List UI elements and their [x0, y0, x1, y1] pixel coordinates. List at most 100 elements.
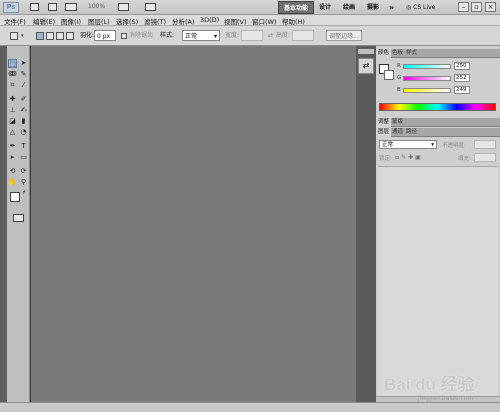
zoom-level[interactable]: 100%: [88, 3, 105, 10]
restore-button[interactable]: ▫: [471, 2, 482, 12]
height-label: 高度:: [276, 32, 291, 39]
menu-file[interactable]: 文件(F): [4, 16, 26, 26]
height-input[interactable]: [292, 30, 314, 41]
green-slider[interactable]: [403, 76, 451, 81]
red-slider[interactable]: [403, 64, 451, 69]
intersect-selection-icon[interactable]: [66, 32, 74, 40]
application-bar: Ps 100% 基本功能 设计 绘画 摄影 » ◎ CS Live – ▫ ×: [0, 0, 500, 15]
refine-edge-button[interactable]: 调整边缘...: [326, 30, 362, 41]
view-extras-icon[interactable]: [65, 3, 77, 11]
lock-icons[interactable]: ▫✎✚▣: [395, 154, 423, 161]
antialias-checkbox[interactable]: [121, 33, 127, 39]
red-value[interactable]: 250: [454, 62, 470, 70]
clone-stamp-tool-icon[interactable]: ⊥: [8, 106, 17, 115]
brush-tool-icon[interactable]: ✐: [19, 95, 28, 104]
pen-tool-icon[interactable]: ✒: [8, 142, 17, 151]
screen-mode-icon[interactable]: [145, 3, 156, 11]
menu-analysis[interactable]: 分析(A): [172, 16, 195, 26]
history-panel-icon[interactable]: ⇄: [358, 58, 374, 74]
chevron-down-icon[interactable]: ▾: [21, 33, 24, 39]
subtract-selection-icon[interactable]: [56, 32, 64, 40]
3d-rotate-tool-icon[interactable]: ⟲: [8, 167, 17, 176]
chevron-down-icon: ▾: [431, 142, 434, 148]
blend-mode-select[interactable]: 正常 ▾: [379, 140, 437, 149]
style-select-value: 正常: [185, 33, 198, 40]
tab-masks[interactable]: 蒙版: [390, 118, 405, 127]
feather-label: 羽化:: [80, 32, 95, 39]
move-tool-icon[interactable]: ➤: [19, 59, 28, 68]
blue-slider[interactable]: [403, 88, 451, 93]
cs-live-button[interactable]: ◎ CS Live: [406, 1, 435, 14]
arrange-documents-icon[interactable]: [118, 3, 129, 11]
document-canvas-area[interactable]: [31, 46, 356, 402]
menu-image[interactable]: 图像(I): [61, 16, 81, 26]
swap-colors-icon[interactable]: ↱: [22, 190, 26, 196]
dock-header[interactable]: [358, 49, 374, 54]
quick-selection-tool-icon[interactable]: ✎: [19, 70, 28, 79]
opacity-input[interactable]: [474, 140, 496, 149]
menu-help[interactable]: 帮助(H): [282, 16, 305, 26]
options-bar: ▾ 羽化: 0 px 消除锯齿 样式: 正常 ▾ 宽度: ⇄ 高度: 调整边缘.…: [0, 26, 500, 46]
workspace-essentials[interactable]: 基本功能: [278, 1, 315, 14]
fill-input[interactable]: [474, 153, 496, 162]
tool-preset-icon[interactable]: [10, 32, 18, 40]
workspace-painting[interactable]: 绘画: [338, 1, 360, 14]
3d-orbit-tool-icon[interactable]: ⟳: [19, 167, 28, 176]
green-value[interactable]: 252: [454, 74, 470, 82]
tab-styles[interactable]: 样式: [404, 49, 419, 58]
bridge-icon[interactable]: [30, 3, 39, 11]
swap-icon[interactable]: ⇄: [268, 30, 273, 41]
lasso-tool-icon[interactable]: ↂ: [8, 70, 17, 79]
watermark-url: jingyan.baidu.com: [418, 395, 474, 402]
background-color-swatch[interactable]: [384, 70, 394, 80]
menu-view[interactable]: 视图(V): [224, 16, 247, 26]
workspace-photography[interactable]: 摄影: [362, 1, 384, 14]
tab-color[interactable]: 颜色: [376, 49, 392, 58]
gradient-tool-icon[interactable]: ▮: [19, 117, 28, 126]
color-panel-tabs: 颜色 色板 样式: [376, 49, 500, 58]
new-selection-icon[interactable]: [36, 32, 44, 40]
dodge-tool-icon[interactable]: ◔: [19, 128, 28, 137]
color-spectrum-bar[interactable]: [379, 103, 496, 111]
feather-input[interactable]: 0 px: [94, 30, 116, 41]
tab-channels[interactable]: 通道: [390, 128, 405, 137]
cs-live-label: CS Live: [413, 4, 436, 11]
zoom-tool-icon[interactable]: ⚲: [19, 178, 28, 187]
menu-window[interactable]: 窗口(W): [252, 16, 277, 26]
width-input[interactable]: [241, 30, 263, 41]
layers-list[interactable]: [378, 166, 498, 398]
rectangular-marquee-tool-icon[interactable]: ⬚: [8, 59, 17, 68]
menu-3d[interactable]: 3D(D): [200, 16, 219, 24]
tab-adjustments[interactable]: 调整: [376, 118, 392, 127]
mini-bridge-icon[interactable]: [48, 3, 57, 11]
style-select[interactable]: 正常 ▾: [182, 30, 220, 41]
eyedropper-tool-icon[interactable]: ⁄: [19, 81, 28, 90]
eraser-tool-icon[interactable]: ◪: [8, 117, 17, 126]
workspace-design[interactable]: 设计: [314, 1, 336, 14]
rectangle-tool-icon[interactable]: ▭: [19, 153, 28, 162]
crop-tool-icon[interactable]: ⌗: [8, 81, 17, 90]
tab-layers[interactable]: 图层: [376, 128, 392, 137]
style-label: 样式:: [160, 32, 175, 39]
add-to-selection-icon[interactable]: [46, 32, 54, 40]
menu-select[interactable]: 选择(S): [116, 16, 138, 26]
menu-filter[interactable]: 滤镜(T): [144, 16, 166, 26]
fill-label: 填充:: [458, 156, 471, 162]
tab-swatches[interactable]: 色板: [390, 49, 405, 58]
tab-paths[interactable]: 路径: [404, 128, 419, 137]
foreground-color-swatch[interactable]: [10, 192, 20, 202]
menu-layer[interactable]: 图层(L): [88, 16, 110, 26]
spot-healing-tool-icon[interactable]: ✚: [8, 95, 17, 104]
quick-mask-icon[interactable]: [13, 214, 24, 222]
path-selection-tool-icon[interactable]: ▸: [8, 153, 17, 162]
blue-value[interactable]: 249: [454, 86, 470, 94]
close-button[interactable]: ×: [485, 2, 496, 12]
type-tool-icon[interactable]: T: [19, 142, 28, 151]
more-workspaces-button[interactable]: »: [384, 1, 399, 14]
hand-tool-icon[interactable]: ✋: [8, 178, 17, 187]
blur-tool-icon[interactable]: △: [8, 128, 17, 137]
menu-edit[interactable]: 编辑(E): [33, 16, 55, 26]
minimize-button[interactable]: –: [458, 2, 469, 12]
collapsed-panel-dock: ⇄: [356, 46, 376, 402]
history-brush-tool-icon[interactable]: ✍: [19, 106, 28, 115]
